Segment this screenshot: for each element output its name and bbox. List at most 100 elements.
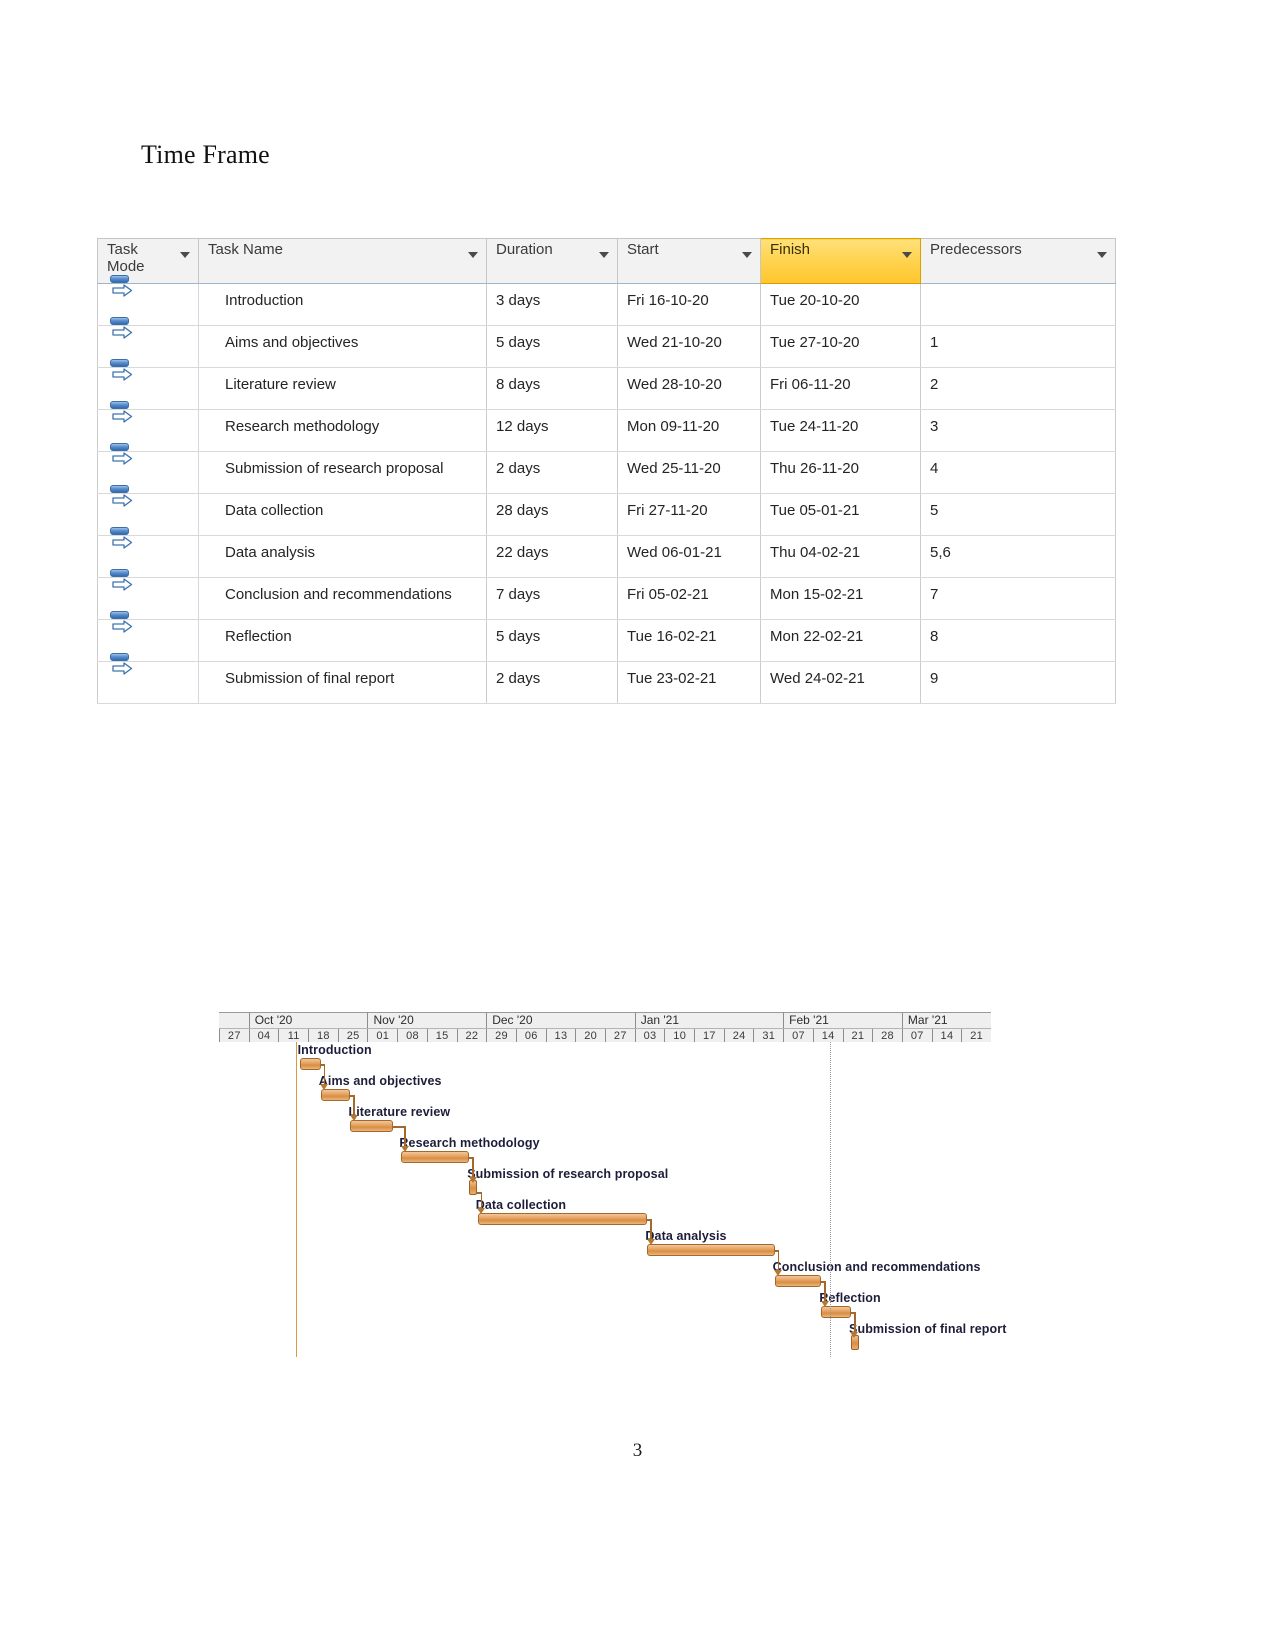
table-row[interactable]: Conclusion and recommendations 7 days Fri … [97, 569, 1116, 620]
cell-predecessors[interactable]: 5 [920, 493, 1116, 536]
table-row[interactable]: Research methodology 12 days Mon 09-11-20 T… [97, 401, 1116, 452]
cell-start[interactable]: Fri 05-02-21 [617, 577, 761, 620]
auto-schedule-icon [110, 611, 136, 635]
cell-task-name[interactable]: Submission of research proposal [198, 451, 487, 494]
gantt-dependency-link [391, 1126, 405, 1128]
cell-start[interactable]: Mon 09-11-20 [617, 409, 761, 452]
column-header-duration[interactable]: Duration [486, 238, 618, 284]
cell-finish[interactable]: Thu 26-11-20 [760, 451, 921, 494]
cell-predecessors[interactable]: 8 [920, 619, 1116, 662]
cell-finish[interactable]: Wed 24-02-21 [760, 661, 921, 704]
chevron-down-icon[interactable] [742, 252, 752, 258]
chevron-down-icon[interactable] [180, 252, 190, 258]
cell-task-name[interactable]: Aims and objectives [198, 325, 487, 368]
cell-start[interactable]: Wed 06-01-21 [617, 535, 761, 578]
cell-finish[interactable]: Tue 05-01-21 [760, 493, 921, 536]
chevron-down-icon[interactable] [1097, 252, 1107, 258]
cell-predecessors[interactable]: 4 [920, 451, 1116, 494]
cell-predecessors[interactable]: 3 [920, 409, 1116, 452]
cell-finish[interactable]: Thu 04-02-21 [760, 535, 921, 578]
gantt-month-label: Mar '21 [901, 1013, 991, 1028]
gantt-dependency-link [777, 1250, 780, 1271]
cell-predecessors[interactable]: 7 [920, 577, 1116, 620]
gantt-dependency-arrow-icon [850, 1332, 859, 1338]
gantt-task-bar[interactable] [821, 1306, 852, 1318]
chevron-down-icon[interactable] [599, 252, 609, 258]
auto-schedule-icon [110, 275, 136, 299]
cell-start[interactable]: Wed 25-11-20 [617, 451, 761, 494]
gantt-task-bar[interactable] [477, 1213, 648, 1225]
cell-start[interactable]: Tue 16-02-21 [617, 619, 761, 662]
cell-finish[interactable]: Fri 06-11-20 [760, 367, 921, 410]
cell-finish[interactable]: Mon 15-02-21 [760, 577, 921, 620]
cell-start[interactable]: Tue 23-02-21 [617, 661, 761, 704]
gantt-dependency-arrow-icon [820, 1301, 829, 1307]
cell-predecessors[interactable]: 9 [920, 661, 1116, 704]
cell-duration[interactable]: 7 days [486, 577, 618, 620]
cell-start[interactable]: Fri 16-10-20 [617, 283, 761, 326]
gantt-dependency-link [404, 1126, 406, 1147]
cell-duration[interactable]: 2 days [486, 661, 618, 704]
cell-duration[interactable]: 5 days [486, 325, 618, 368]
gantt-task-bar[interactable] [647, 1244, 775, 1256]
column-header-task-name[interactable]: Task Name [198, 238, 487, 284]
cell-task-name[interactable]: Research methodology [198, 409, 487, 452]
gantt-task-bar[interactable] [401, 1151, 470, 1163]
cell-predecessors[interactable] [920, 283, 1116, 326]
column-header-label: Task Mode [107, 241, 145, 275]
cell-start[interactable]: Wed 21-10-20 [617, 325, 761, 368]
cell-finish[interactable]: Mon 22-02-21 [760, 619, 921, 662]
gantt-task-bar[interactable] [320, 1089, 351, 1101]
cell-task-name[interactable]: Submission of final report [198, 661, 487, 704]
cell-duration[interactable]: 22 days [486, 535, 618, 578]
cell-task-name[interactable]: Data analysis [198, 535, 487, 578]
cell-duration[interactable]: 8 days [486, 367, 618, 410]
cell-finish[interactable]: Tue 20-10-20 [760, 283, 921, 326]
cell-task-mode[interactable] [97, 653, 199, 704]
table-row[interactable]: Introduction 3 days Fri 16-10-20 Tue 20-10-… [97, 275, 1116, 326]
cell-predecessors[interactable]: 1 [920, 325, 1116, 368]
column-header-finish[interactable]: Finish [760, 238, 921, 284]
table-row[interactable]: Submission of final report 2 days Tue 23-0… [97, 653, 1116, 704]
table-row[interactable]: Data collection 28 days Fri 27-11-20 Tue 05… [97, 485, 1116, 536]
cell-finish[interactable]: Tue 24-11-20 [760, 409, 921, 452]
cell-task-name[interactable]: Introduction [198, 283, 487, 326]
cell-duration[interactable]: 28 days [486, 493, 618, 536]
cell-task-name[interactable]: Data collection [198, 493, 487, 536]
cell-start[interactable]: Wed 28-10-20 [617, 367, 761, 410]
gantt-dependency-arrow-icon [400, 1146, 409, 1152]
table-row[interactable]: Literature review 8 days Wed 28-10-20 Fri 0… [97, 359, 1116, 410]
gantt-month-label: Oct '20 [248, 1013, 368, 1028]
table-header-row: Task Mode Task Name Duration Start Finis… [97, 238, 1116, 284]
table-row[interactable]: Submission of research proposal 2 days Wed… [97, 443, 1116, 494]
column-header-label: Start [627, 241, 659, 258]
column-header-start[interactable]: Start [617, 238, 761, 284]
table-row[interactable]: Aims and objectives 5 days Wed 21-10-20 Tue… [97, 317, 1116, 368]
cell-task-name[interactable]: Literature review [198, 367, 487, 410]
gantt-task-label: Literature review [348, 1105, 451, 1119]
gantt-task-label: Submission of final report [849, 1322, 1007, 1336]
cell-finish[interactable]: Tue 27-10-20 [760, 325, 921, 368]
gantt-task-bar[interactable] [350, 1120, 393, 1132]
table-row[interactable]: Data analysis 22 days Wed 06-01-21 Thu 04-0… [97, 527, 1116, 578]
gantt-month-label: Jan '21 [634, 1013, 784, 1028]
cell-duration[interactable]: 12 days [486, 409, 618, 452]
gantt-dependency-arrow-icon [349, 1115, 358, 1121]
cell-duration[interactable]: 2 days [486, 451, 618, 494]
chevron-down-icon[interactable] [902, 252, 912, 258]
table-row[interactable]: Reflection 5 days Tue 16-02-21 Mon 22-02-21… [97, 611, 1116, 662]
gantt-task-label: Submission of research proposal [467, 1167, 669, 1181]
column-header-predecessors[interactable]: Predecessors [920, 238, 1116, 284]
gantt-task-bar[interactable] [774, 1275, 822, 1287]
auto-schedule-icon [110, 527, 136, 551]
auto-schedule-icon [110, 359, 136, 383]
cell-predecessors[interactable]: 2 [920, 367, 1116, 410]
cell-predecessors[interactable]: 5,6 [920, 535, 1116, 578]
cell-task-name[interactable]: Conclusion and recommendations [198, 577, 487, 620]
chevron-down-icon[interactable] [468, 252, 478, 258]
cell-start[interactable]: Fri 27-11-20 [617, 493, 761, 536]
gantt-task-bar[interactable] [299, 1058, 321, 1070]
cell-task-name[interactable]: Reflection [198, 619, 487, 662]
cell-duration[interactable]: 5 days [486, 619, 618, 662]
cell-duration[interactable]: 3 days [486, 283, 618, 326]
